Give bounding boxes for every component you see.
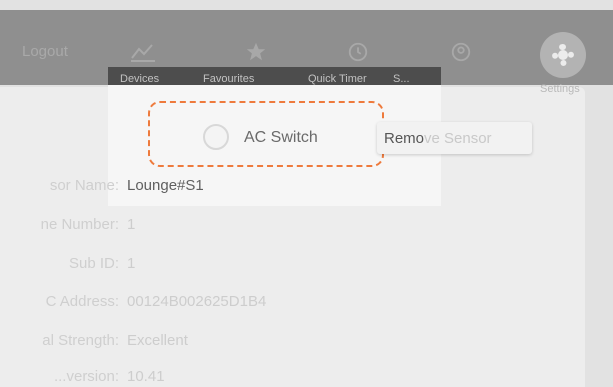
clock-icon[interactable] bbox=[341, 38, 375, 66]
ac-switch-label: AC Switch bbox=[244, 129, 318, 146]
gear-icon bbox=[552, 44, 574, 66]
remove-sensor-label-prefix: Remo bbox=[384, 129, 425, 147]
ac-switch-toggle[interactable] bbox=[200, 123, 232, 151]
nav-labels-strip: Devices Favourites Quick Timer S... bbox=[108, 67, 441, 85]
firmware-version-value: 10.41 bbox=[127, 368, 165, 385]
sensor-name-label: sor Name: bbox=[49, 177, 119, 194]
zone-number-value: 1 bbox=[127, 216, 136, 233]
signal-strength-label: al Strength: bbox=[42, 332, 119, 349]
nav-title: Logout bbox=[22, 43, 68, 60]
nav-item-label-quick-timer: Quick Timer bbox=[308, 73, 367, 85]
firmware-version-label: ...version: bbox=[53, 368, 119, 385]
nav-item-label-settings: Settings bbox=[540, 83, 580, 95]
sensor-name-value: Lounge#S1 bbox=[127, 177, 204, 194]
settings-gear-button[interactable] bbox=[540, 32, 586, 78]
nav-item-label-scenes: S... bbox=[393, 73, 410, 85]
user-icon[interactable] bbox=[444, 38, 478, 66]
toggle-knob bbox=[203, 124, 229, 150]
zone-number-label: ne Number: bbox=[40, 216, 119, 233]
remove-sensor-button[interactable]: Remo ve Sensor bbox=[377, 122, 532, 154]
nav-item-label-favourites: Favourites bbox=[203, 73, 255, 85]
mac-address-label: C Address: bbox=[45, 293, 119, 310]
remove-sensor-label-suffix: ve Sensor bbox=[424, 129, 492, 147]
star-icon[interactable] bbox=[239, 38, 273, 66]
signal-strength-value: Excellent bbox=[127, 332, 188, 349]
sub-id-label: Sub ID: bbox=[68, 255, 119, 272]
nav-item-label-devices: Devices bbox=[120, 73, 160, 85]
chart-icon[interactable] bbox=[126, 38, 160, 66]
sub-id-value: 1 bbox=[127, 255, 136, 272]
mac-address-value: 00124B002625D1B4 bbox=[127, 293, 267, 310]
